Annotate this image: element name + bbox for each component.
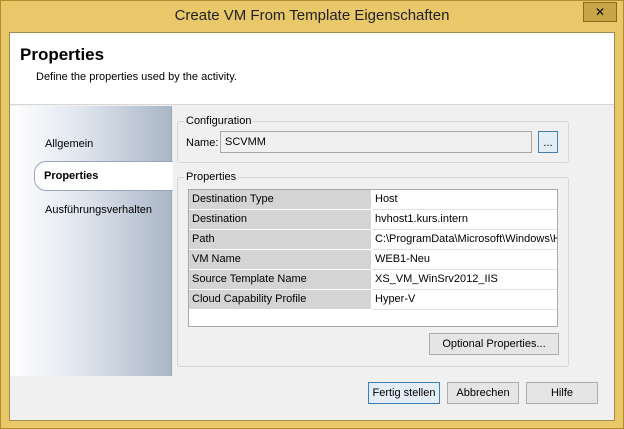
- window-title: Create VM From Template Eigenschaften: [174, 7, 450, 24]
- page-description: Define the properties used by the activi…: [36, 71, 237, 83]
- table-row[interactable]: Source Template Name XS_VM_WinSrv2012_II…: [189, 270, 557, 290]
- dialog-window: Create VM From Template Eigenschaften ✕ …: [0, 0, 624, 429]
- sidebar-item-properties[interactable]: Properties: [34, 161, 173, 191]
- page-header: Properties Define the properties used by…: [10, 33, 614, 105]
- finish-button[interactable]: Fertig stellen: [368, 382, 440, 404]
- property-name: Source Template Name: [189, 270, 371, 290]
- property-name: Path: [189, 230, 371, 250]
- property-value[interactable]: Host: [372, 190, 557, 210]
- table-row[interactable]: Cloud Capability Profile Hyper-V: [189, 290, 557, 310]
- property-name: Destination Type: [189, 190, 371, 210]
- name-label: Name:: [186, 137, 219, 149]
- close-button[interactable]: ✕: [583, 2, 617, 22]
- table-row[interactable]: Path C:\ProgramData\Microsoft\Windows\H: [189, 230, 557, 250]
- property-value[interactable]: C:\ProgramData\Microsoft\Windows\H: [372, 230, 557, 250]
- sidebar-nav: Allgemein Properties Ausführungsverhalte…: [10, 106, 173, 376]
- property-value[interactable]: hvhost1.kurs.intern: [372, 210, 557, 230]
- property-value[interactable]: WEB1-Neu: [372, 250, 557, 270]
- properties-group-label: Properties: [184, 171, 239, 183]
- table-row[interactable]: VM Name WEB1-Neu: [189, 250, 557, 270]
- property-value[interactable]: Hyper-V: [372, 290, 557, 310]
- sidebar-item-ausfuehrungsverhalten[interactable]: Ausführungsverhalten: [45, 204, 152, 216]
- property-name: Cloud Capability Profile: [189, 290, 371, 310]
- table-row[interactable]: Destination hvhost1.kurs.intern: [189, 210, 557, 230]
- close-icon: ✕: [594, 5, 606, 19]
- property-value[interactable]: XS_VM_WinSrv2012_IIS: [372, 270, 557, 290]
- properties-grid: Destination Type Host Destination hvhost…: [188, 189, 558, 327]
- configuration-group-label: Configuration: [184, 115, 254, 127]
- sidebar-item-allgemein[interactable]: Allgemein: [45, 138, 93, 150]
- property-name: VM Name: [189, 250, 371, 270]
- optional-properties-button[interactable]: Optional Properties...: [429, 333, 559, 355]
- table-row[interactable]: Destination Type Host: [189, 190, 557, 210]
- browse-button[interactable]: ...: [538, 131, 558, 153]
- name-field[interactable]: SCVMM: [220, 131, 532, 153]
- title-bar[interactable]: Create VM From Template Eigenschaften ✕: [1, 1, 623, 32]
- cancel-button[interactable]: Abbrechen: [447, 382, 519, 404]
- property-name: Destination: [189, 210, 371, 230]
- help-button[interactable]: Hilfe: [526, 382, 598, 404]
- page-title: Properties: [20, 45, 105, 64]
